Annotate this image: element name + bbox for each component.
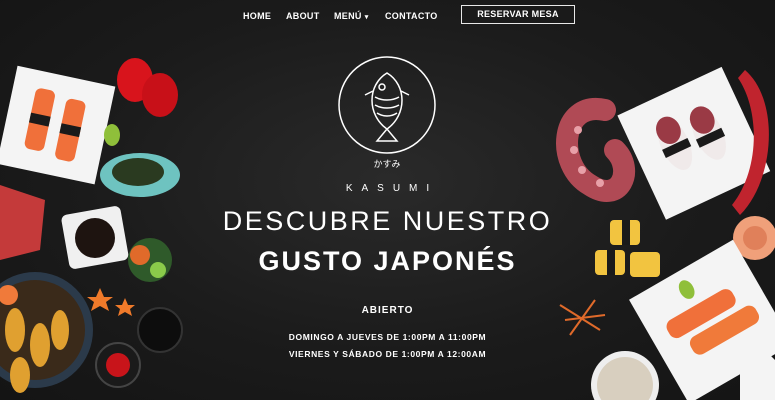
sushi-food-left-image xyxy=(0,58,183,393)
nav-home-link[interactable]: HOME xyxy=(243,11,271,21)
sushi-food-right-image xyxy=(556,66,775,400)
roe-gunkan xyxy=(117,58,178,117)
chevron-down-icon: ▾ xyxy=(364,14,369,21)
brand-kana: かすみ xyxy=(373,159,401,169)
hero-headline-line2: GUSTO JAPONÉS xyxy=(258,246,517,276)
nav-about-link[interactable]: ABOUT xyxy=(286,11,320,21)
nav-menu-label: MENÚ xyxy=(334,11,362,21)
nav-menu-dropdown[interactable]: MENÚ ▾ xyxy=(334,11,369,21)
open-status: ABIERTO xyxy=(361,305,414,316)
kasumi-fish-logo xyxy=(338,56,436,154)
hours-weekend: VIERNES Y SÁBADO DE 1:00PM A 12:00AM xyxy=(288,349,487,359)
hero-headline-line1: DESCUBRE NUESTRO xyxy=(222,206,553,236)
hours-weekdays: DOMINGO A JUEVES DE 1:00PM A 11:00PM xyxy=(288,332,487,342)
nigiri-plate xyxy=(0,65,116,185)
nav-contact-link[interactable]: CONTACTO xyxy=(385,11,438,21)
brand-name: KASUMI xyxy=(345,183,439,194)
